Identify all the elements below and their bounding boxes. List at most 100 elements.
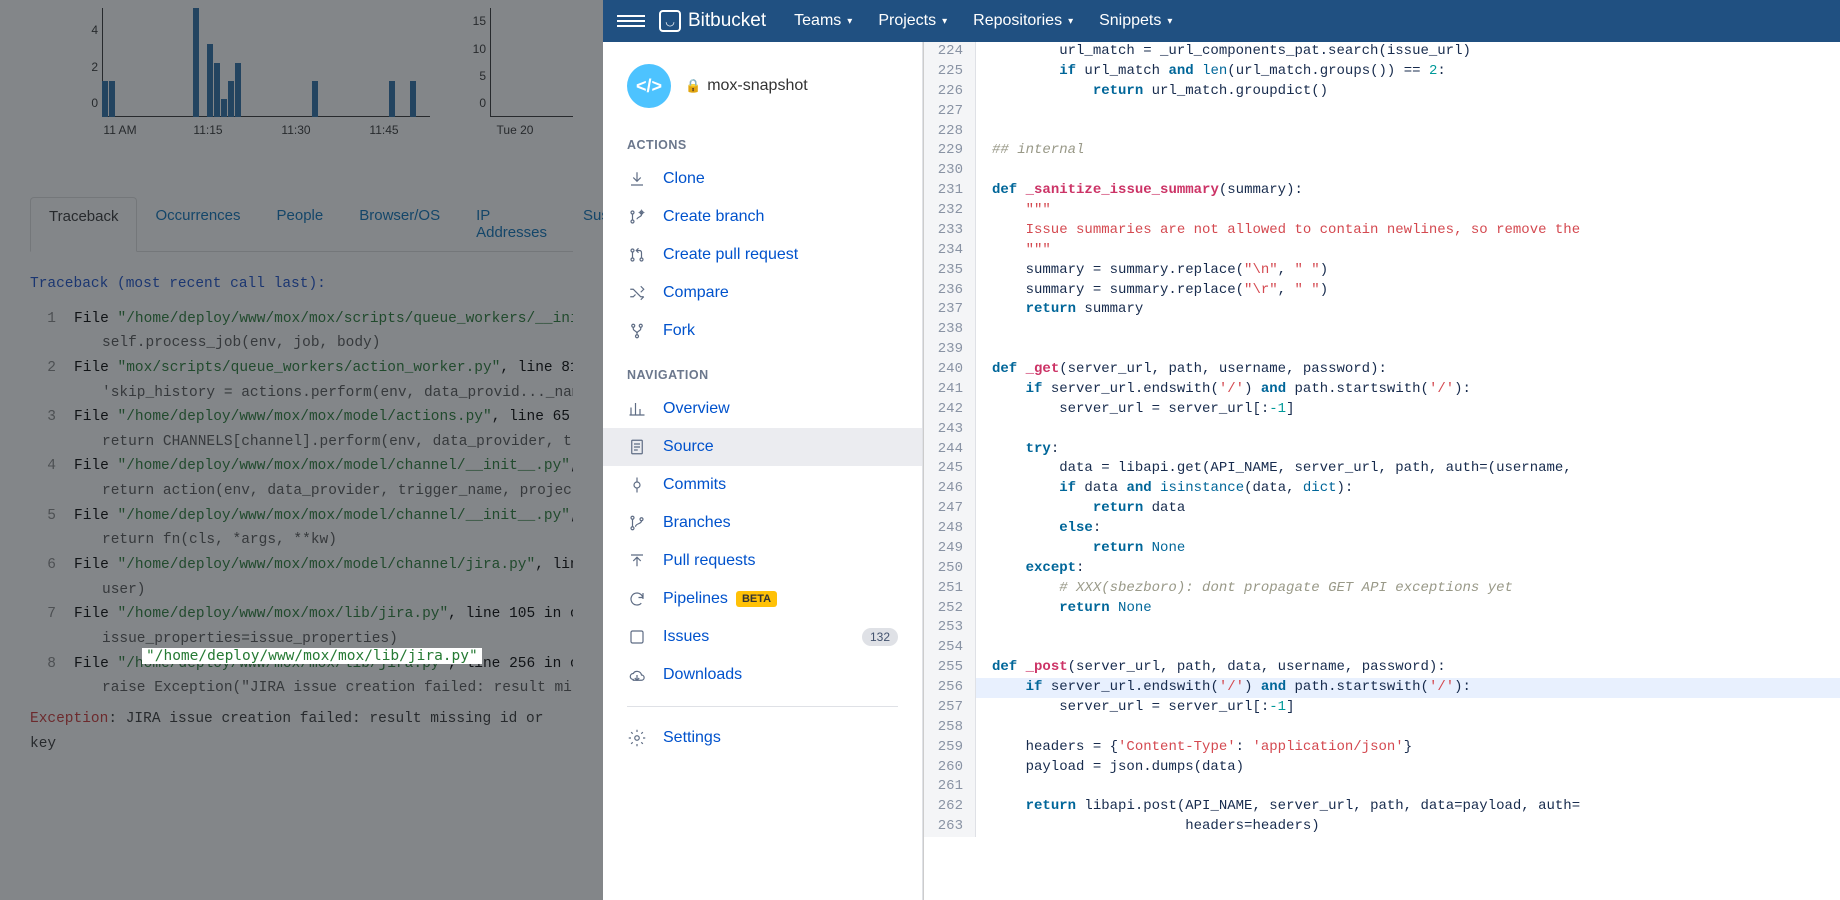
barchart-icon [627,399,647,419]
sidebar-item-compare[interactable]: Compare [603,274,922,312]
tab-people[interactable]: People [259,197,342,251]
sidebar-item-overview[interactable]: Overview [603,390,922,428]
code-line[interactable]: 251 # XXX(sbezboro): dont propagate GET … [924,579,1840,599]
code-line[interactable]: 242 server_url = server_url[:-1] [924,400,1840,420]
beta-badge: BETA [736,591,777,607]
line-number: 240 [924,360,976,380]
sidebar-item-source[interactable]: Source [603,428,922,466]
sidebar-item-branches[interactable]: Branches [603,504,922,542]
line-number: 253 [924,618,976,638]
code-line[interactable]: 248 else: [924,519,1840,539]
sidebar-item-downloads[interactable]: Downloads [603,656,922,694]
code-line[interactable]: 249 return None [924,539,1840,559]
pr-plus-icon [627,245,647,265]
code-line[interactable]: 225 if url_match and len(url_match.group… [924,62,1840,82]
tab-ipaddresses[interactable]: IP Addresses [458,197,565,251]
cloud-icon [627,665,647,685]
item-label: Clone [663,170,705,188]
line-number: 233 [924,221,976,241]
sentry-tabs: TracebackOccurrencesPeopleBrowser/OSIP A… [30,197,573,252]
line-number: 238 [924,320,976,340]
code-line[interactable]: 235 summary = summary.replace("\n", " ") [924,261,1840,281]
code-line[interactable]: 237 return summary [924,300,1840,320]
code-line[interactable]: 260 payload = json.dumps(data) [924,758,1840,778]
download-icon [627,169,647,189]
code-line[interactable]: 230 [924,161,1840,181]
line-number: 256 [924,678,976,698]
chevron-down-icon: ▾ [1167,16,1172,27]
source-code-viewer[interactable]: 224 url_match = _url_components_pat.sear… [923,42,1840,900]
code-line[interactable]: 261 [924,777,1840,797]
item-label: Commits [663,476,726,494]
sidebar-item-create-pr[interactable]: Create pull request [603,236,922,274]
code-line[interactable]: 259 headers = {'Content-Type': 'applicat… [924,738,1840,758]
tab-occurrences[interactable]: Occurrences [137,197,258,251]
bitbucket-app: ◡ Bitbucket Teams▾ Projects▾ Repositories▾… [603,0,1840,900]
code-line[interactable]: 257 server_url = server_url[:-1] [924,698,1840,718]
code-line[interactable]: 228 [924,122,1840,142]
code-line[interactable]: 229## internal [924,141,1840,161]
code-line[interactable]: 227 [924,102,1840,122]
sidebar-item-clone[interactable]: Clone [603,160,922,198]
line-number: 234 [924,241,976,261]
sidebar-item-commits[interactable]: Commits [603,466,922,504]
line-number: 263 [924,817,976,837]
sidebar-item-fork[interactable]: Fork [603,312,922,350]
code-line[interactable]: 233 Issue summaries are not allowed to c… [924,221,1840,241]
line-number: 224 [924,42,976,62]
code-line[interactable]: 238 [924,320,1840,340]
upload-icon [627,551,647,571]
code-line[interactable]: 250 except: [924,559,1840,579]
code-line[interactable]: 262 return libapi.post(API_NAME, server_… [924,797,1840,817]
code-line[interactable]: 245 data = libapi.get(API_NAME, server_u… [924,459,1840,479]
line-number: 237 [924,300,976,320]
sidebar-item-create-branch[interactable]: Create branch [603,198,922,236]
nav-repositories[interactable]: Repositories▾ [973,12,1073,30]
code-line[interactable]: 244 try: [924,440,1840,460]
sidebar-item-issues[interactable]: Issues132 [603,618,922,656]
code-line[interactable]: 231def _sanitize_issue_summary(summary): [924,181,1840,201]
code-line[interactable]: 252 return None [924,599,1840,619]
sidebar-item-pipelines[interactable]: PipelinesBETA [603,580,922,618]
code-line[interactable]: 239 [924,340,1840,360]
bitbucket-logo[interactable]: ◡ Bitbucket [659,10,766,32]
nav-snippets[interactable]: Snippets▾ [1099,12,1172,30]
sidebar-item-settings[interactable]: Settings [603,719,922,757]
code-line[interactable]: 236 summary = summary.replace("\r", " ") [924,281,1840,301]
tab-browseros[interactable]: Browser/OS [341,197,458,251]
tab-suspect[interactable]: Suspect [565,197,603,251]
shuffle-icon [627,283,647,303]
code-line[interactable]: 232 """ [924,201,1840,221]
highlighted-file-path[interactable]: "/home/deploy/www/mox/mox/lib/jira.py" [142,648,482,664]
code-line[interactable]: 246 if data and isinstance(data, dict): [924,479,1840,499]
code-line[interactable]: 226 return url_match.groupdict() [924,82,1840,102]
item-label: Overview [663,400,730,418]
code-line[interactable]: 253 [924,618,1840,638]
square-icon [627,627,647,647]
code-line[interactable]: 247 return data [924,499,1840,519]
tab-traceback[interactable]: Traceback [30,197,137,252]
code-line[interactable]: 224 url_match = _url_components_pat.sear… [924,42,1840,62]
line-number: 226 [924,82,976,102]
code-icon: </> [627,64,671,108]
nav-teams[interactable]: Teams▾ [794,12,852,30]
repo-name: mox-snapshot [707,77,808,95]
line-number: 245 [924,459,976,479]
code-line[interactable]: 255def _post(server_url, path, data, use… [924,658,1840,678]
code-line[interactable]: 256 if server_url.endswith('/') and path… [924,678,1840,698]
hamburger-icon[interactable] [617,15,645,27]
code-line[interactable]: 243 [924,420,1840,440]
code-line[interactable]: 234 """ [924,241,1840,261]
code-line[interactable]: 241 if server_url.endswith('/') and path… [924,380,1840,400]
line-number: 261 [924,777,976,797]
item-label: Create pull request [663,246,798,264]
line-number: 225 [924,62,976,82]
code-line[interactable]: 258 [924,718,1840,738]
code-line[interactable]: 240def _get(server_url, path, username, … [924,360,1840,380]
code-line[interactable]: 263 headers=headers) [924,817,1840,837]
nav-projects[interactable]: Projects▾ [878,12,947,30]
repo-header[interactable]: </> 🔒mox-snapshot [603,64,922,120]
code-line[interactable]: 254 [924,638,1840,658]
sidebar-item-pull-requests[interactable]: Pull requests [603,542,922,580]
fork-icon [627,321,647,341]
